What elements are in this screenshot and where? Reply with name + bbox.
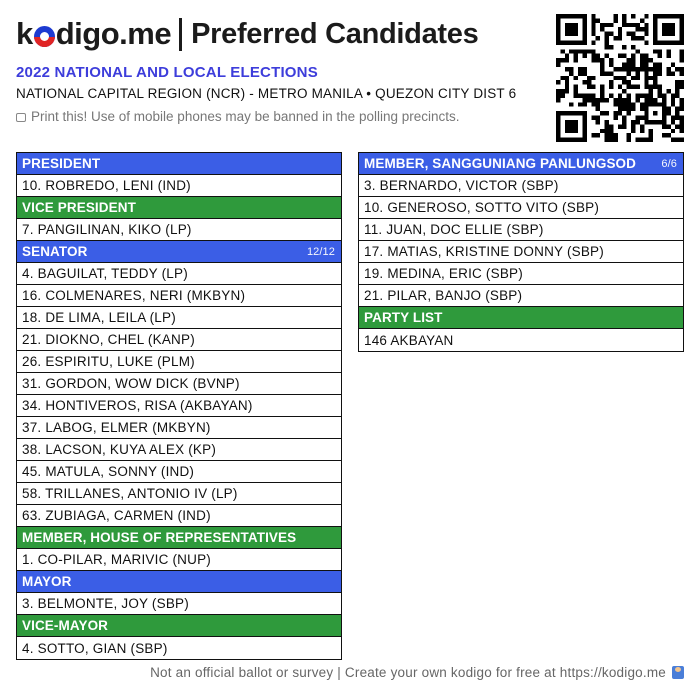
candidate-row: 1. CO-PILAR, MARIVIC (NUP) [17,549,341,571]
candidate-row: 146 AKBAYAN [359,329,683,351]
title-line: k digo.me Preferred Candidates [16,14,546,54]
section-header-party-list: PARTY LIST [359,307,683,329]
selection-count: 12/12 [306,245,335,258]
candidate-row: 10. GENEROSO, SOTTO VITO (SBP) [359,197,683,219]
election-title: 2022 NATIONAL AND LOCAL ELECTIONS [16,64,318,81]
footer-text: Not an official ballot or survey | Creat… [150,665,666,680]
candidate-row: 17. MATIAS, KRISTINE DONNY (SBP) [359,241,683,263]
footer: Not an official ballot or survey | Creat… [150,665,684,680]
section-title: MEMBER, SANGGUNIANG PANLUNGSOD [364,156,637,171]
candidate-row: 7. PANGILINAN, KIKO (LP) [17,219,341,241]
section-title: VICE-MAYOR [22,618,109,633]
print-note-text: Print this! Use of mobile phones may be … [31,109,460,124]
candidate-row: 38. LACSON, KUYA ALEX (KP) [17,439,341,461]
candidate-row: 58. TRILLANES, ANTONIO IV (LP) [17,483,341,505]
candidate-row: 4. SOTTO, GIAN (SBP) [17,637,341,659]
candidate-row: 21. PILAR, BANJO (SBP) [359,285,683,307]
candidate-row: 10. ROBREDO, LENI (IND) [17,175,341,197]
qr-code [556,14,684,142]
ballot-seal-icon [33,26,55,47]
candidate-row: 19. MEDINA, ERIC (SBP) [359,263,683,285]
candidate-row: 34. HONTIVEROS, RISA (AKBAYAN) [17,395,341,417]
section-header-senator: SENATOR 12/12 [17,241,341,263]
region-district: NATIONAL CAPITAL REGION (NCR) - METRO MA… [16,86,517,101]
section-title: MEMBER, HOUSE OF REPRESENTATIVES [22,530,297,545]
section-title: VICE PRESIDENT [22,200,136,215]
print-note: Print this! Use of mobile phones may be … [16,109,546,124]
section-title: SENATOR [22,244,88,259]
section-header-member-sangguniang-panlungsod: MEMBER, SANGGUNIANG PANLUNGSOD 6/6 [359,153,683,175]
candidate-row: 4. BAGUILAT, TEDDY (LP) [17,263,341,285]
person-at-laptop-icon [672,666,684,679]
candidate-row: 31. GORDON, WOW DICK (BVNP) [17,373,341,395]
candidate-row: 63. ZUBIAGA, CARMEN (IND) [17,505,341,527]
candidate-row: 11. JUAN, DOC ELLIE (SBP) [359,219,683,241]
section-header-president: PRESIDENT [17,153,341,175]
left-column: PRESIDENT 10. ROBREDO, LENI (IND) VICE PRE… [16,152,342,660]
printer-icon [16,113,26,122]
candidate-row: 26. ESPIRITU, LUKE (PLM) [17,351,341,373]
header: k digo.me Preferred Candidates 2022 NATI… [16,14,546,124]
candidate-row: 21. DIOKNO, CHEL (KANP) [17,329,341,351]
candidate-row: 3. BELMONTE, JOY (SBP) [17,593,341,615]
selection-count: 6/6 [661,157,677,170]
candidate-row: 18. DE LIMA, LEILA (LP) [17,307,341,329]
section-header-vice-president: VICE PRESIDENT [17,197,341,219]
kodigo-logo[interactable]: k digo.me [16,16,172,52]
candidate-row: 45. MATULA, SONNY (IND) [17,461,341,483]
logo-text-end: digo.me [55,16,172,51]
candidate-row: 16. COLMENARES, NERI (MKBYN) [17,285,341,307]
section-title: PRESIDENT [22,156,101,171]
logo-text-start: k [16,16,33,51]
right-column: MEMBER, SANGGUNIANG PANLUNGSOD 6/6 3. BERN… [358,152,684,352]
candidate-row: 3. BERNARDO, VICTOR (SBP) [359,175,683,197]
section-header-member-house-of-representatives: MEMBER, HOUSE OF REPRESENTATIVES [17,527,341,549]
section-title: MAYOR [22,574,72,589]
page-title: Preferred Candidates [191,17,479,50]
section-header-vice-mayor: VICE-MAYOR [17,615,341,637]
title-divider [179,17,183,51]
candidate-row: 37. LABOG, ELMER (MKBYN) [17,417,341,439]
section-header-mayor: MAYOR [17,571,341,593]
section-title: PARTY LIST [364,310,443,325]
